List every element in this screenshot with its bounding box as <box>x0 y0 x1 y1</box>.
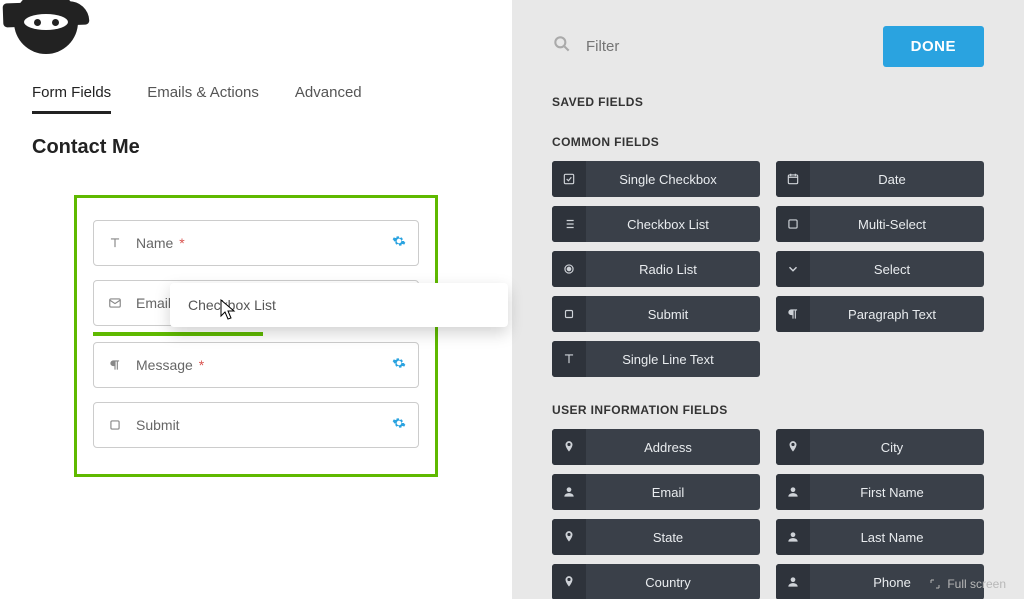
pill-label: Single Checkbox <box>586 172 760 187</box>
field-pill-select[interactable]: Select <box>776 251 984 287</box>
square-icon <box>776 206 810 242</box>
field-pill-user-email[interactable]: Email <box>552 474 760 510</box>
section-user-info-fields: USER INFORMATION FIELDS <box>552 403 984 417</box>
filter-input[interactable] <box>586 38 746 55</box>
tab-emails-actions[interactable]: Emails & Actions <box>147 84 259 114</box>
ninja-logo <box>14 0 92 68</box>
field-label: Message * <box>136 357 204 373</box>
field-label: Name * <box>136 235 185 251</box>
list-icon <box>552 206 586 242</box>
pill-label: Select <box>810 262 984 277</box>
field-pill-country[interactable]: Country <box>552 564 760 599</box>
drag-preview-label: Checkbox List <box>188 297 276 313</box>
paragraph-icon <box>106 358 124 372</box>
pill-label: Checkbox List <box>586 217 760 232</box>
pill-label: Address <box>586 440 760 455</box>
search-icon <box>552 34 572 59</box>
fullscreen-label: Full screen <box>947 577 1006 591</box>
pill-label: Multi-Select <box>810 217 984 232</box>
field-pill-single-checkbox[interactable]: Single Checkbox <box>552 161 760 197</box>
text-icon <box>106 236 124 250</box>
pin-icon <box>552 429 586 465</box>
user-icon <box>776 519 810 555</box>
radio-icon <box>552 251 586 287</box>
pill-label: Single Line Text <box>586 352 760 367</box>
chevron-down-icon <box>776 251 810 287</box>
text-icon <box>552 341 586 377</box>
pill-label: City <box>810 440 984 455</box>
field-pill-last-name[interactable]: Last Name <box>776 519 984 555</box>
field-row-submit[interactable]: Submit <box>93 402 419 448</box>
field-pill-first-name[interactable]: First Name <box>776 474 984 510</box>
pin-icon <box>552 519 586 555</box>
user-icon <box>552 474 586 510</box>
required-star: * <box>195 357 204 373</box>
pill-label: Email <box>586 485 760 500</box>
tab-form-fields[interactable]: Form Fields <box>32 84 111 114</box>
field-label: Submit <box>136 417 180 433</box>
user-icon <box>776 474 810 510</box>
field-pill-date[interactable]: Date <box>776 161 984 197</box>
pill-label: First Name <box>810 485 984 500</box>
gear-icon[interactable] <box>392 416 406 434</box>
envelope-icon <box>106 296 124 310</box>
fullscreen-hint[interactable]: Full screen <box>929 577 1006 591</box>
pill-label: Country <box>586 575 760 590</box>
field-pill-address[interactable]: Address <box>552 429 760 465</box>
field-pill-radio-list[interactable]: Radio List <box>552 251 760 287</box>
drag-preview: Checkbox List <box>170 283 508 327</box>
gear-icon[interactable] <box>392 234 406 252</box>
paragraph-icon <box>776 296 810 332</box>
form-builder-area[interactable]: Name * Email * Mess <box>74 195 438 477</box>
section-saved-fields: SAVED FIELDS <box>552 95 984 109</box>
expand-icon <box>929 578 941 590</box>
form-title: Contact Me <box>0 114 512 159</box>
field-palette-panel: DONE SAVED FIELDS COMMON FIELDS Single C… <box>512 0 1024 599</box>
field-pill-checkbox-list[interactable]: Checkbox List <box>552 206 760 242</box>
checkbox-icon <box>552 161 586 197</box>
drop-indicator <box>93 332 263 336</box>
required-star: * <box>175 235 184 251</box>
pill-label: Date <box>810 172 984 187</box>
field-pill-city[interactable]: City <box>776 429 984 465</box>
section-common-fields: COMMON FIELDS <box>552 135 984 149</box>
pill-label: State <box>586 530 760 545</box>
done-button[interactable]: DONE <box>883 26 984 67</box>
calendar-icon <box>776 161 810 197</box>
field-pill-submit[interactable]: Submit <box>552 296 760 332</box>
gear-icon[interactable] <box>392 356 406 374</box>
square-icon <box>106 418 124 432</box>
user-icon <box>776 564 810 599</box>
field-row-message[interactable]: Message * <box>93 342 419 388</box>
filter-wrap <box>552 34 863 59</box>
pill-label: Paragraph Text <box>810 307 984 322</box>
tab-advanced[interactable]: Advanced <box>295 84 362 114</box>
field-pill-multi-select[interactable]: Multi-Select <box>776 206 984 242</box>
field-pill-single-line-text[interactable]: Single Line Text <box>552 341 760 377</box>
pill-label: Last Name <box>810 530 984 545</box>
field-row-name[interactable]: Name * <box>93 220 419 266</box>
pill-label: Submit <box>586 307 760 322</box>
pill-label: Radio List <box>586 262 760 277</box>
square-icon <box>552 296 586 332</box>
pin-icon <box>776 429 810 465</box>
field-pill-state[interactable]: State <box>552 519 760 555</box>
field-pill-paragraph-text[interactable]: Paragraph Text <box>776 296 984 332</box>
pin-icon <box>552 564 586 599</box>
